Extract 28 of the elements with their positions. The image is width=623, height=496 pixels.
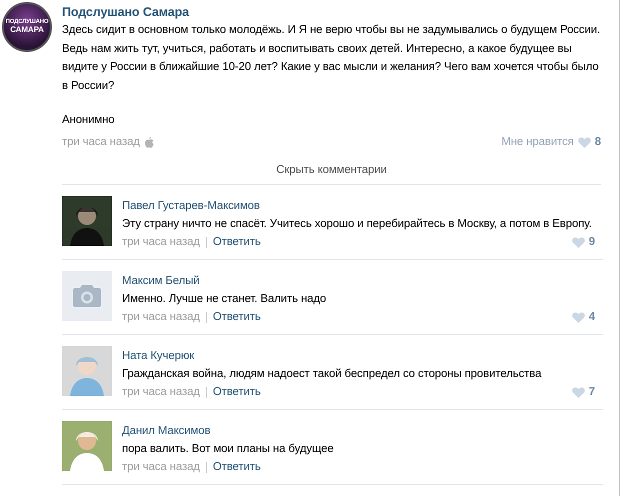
heart-icon [578,136,591,148]
comment-text: Именно. Лучше не станет. Валить надо [122,292,328,307]
post-signature: Анонимно [62,113,116,128]
heart-icon [572,236,585,248]
reply-link[interactable]: Ответить [212,460,261,474]
post-text: Здесь сидит в основном только молодёжь. И Я не верю чтобы вы не задумывались о будущем России. Ведь нам жить тут, учиться, работать и воспитывать своих детей. Интересно, а какое будущее вы видите у России в ближайшие 10-20 лет? Какие у вас мысли и желания? Чего вам хочется чтобы было в России? [62,23,601,94]
comment-author[interactable]: Данил Максимов [122,424,603,438]
comment-text: пора валить. Вот мои планы на будущее [122,442,335,457]
comment-author[interactable]: Максим Белый [122,274,603,288]
like-button[interactable]: 4 [572,310,595,324]
hide-comments-link[interactable]: Скрыть комментарии [276,164,387,176]
like-button[interactable]: 9 [572,235,595,249]
like-button[interactable]: 7 [572,385,595,399]
logo-text: САМАРА [10,26,44,35]
reply-link[interactable]: Ответить [212,310,261,324]
comment-text: Гражданская война, людям надоест такой беспредел со стороны провительства [122,367,542,382]
comment-author[interactable]: Ната Кучерюк [122,349,603,363]
camera-icon [73,285,101,307]
avatar-placeholder[interactable] [62,271,112,321]
heart-icon [572,312,585,322]
comment-author[interactable]: Павел Густарев-Максимов [122,199,603,213]
post-author[interactable]: Подслушано Самара [62,5,601,19]
like-button[interactable]: Мне нравится 8 [501,134,601,150]
reply-link[interactable]: Ответить [212,385,261,399]
heart-icon [572,386,585,398]
comment-text: Эту страну ничто не спасёт. Учитесь хорошо и перебирайтесь в Москву, а потом в Европу. [122,217,593,232]
reply-link[interactable]: Ответить [212,235,261,249]
apple-icon [144,136,154,148]
